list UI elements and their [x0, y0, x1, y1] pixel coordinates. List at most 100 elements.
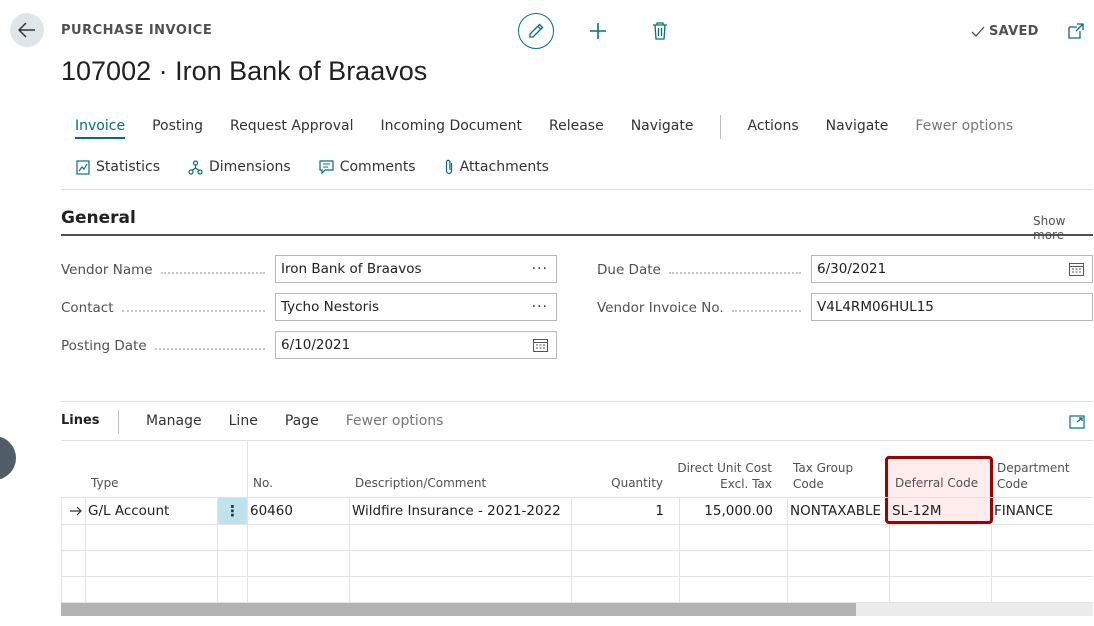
menu-request-approval[interactable]: Request Approval [230, 118, 353, 139]
col-department-code[interactable]: Department Code [997, 460, 1070, 492]
general-section-title[interactable]: General [61, 208, 136, 228]
contact-field[interactable]: Tycho Nestoris ··· [275, 293, 557, 321]
action-menu: Invoice Posting Request Approval Incomin… [75, 115, 1040, 139]
col-deferral-code[interactable]: Deferral Code [895, 475, 978, 491]
cell-description[interactable]: Wildfire Insurance - 2021-2022 [352, 498, 561, 524]
due-date-value: 6/30/2021 [817, 261, 887, 277]
contact-label-text: Contact [61, 300, 114, 316]
grid-line [571, 497, 572, 603]
lines-menu-manage[interactable]: Manage [146, 413, 202, 429]
menu-fewer-options[interactable]: Fewer options [915, 118, 1013, 139]
lines-title[interactable]: Lines [61, 413, 100, 428]
saved-status: SAVED [970, 24, 1039, 39]
delete-button[interactable] [651, 21, 669, 41]
menu-invoice[interactable]: Invoice [75, 118, 126, 139]
comments-action[interactable]: Comments [319, 159, 416, 175]
posting-date-label: Posting Date [61, 336, 275, 356]
table-row[interactable] [61, 524, 1093, 551]
col-department-line1: Department [997, 461, 1070, 475]
col-quantity[interactable]: Quantity [600, 475, 663, 491]
cell-quantity[interactable]: 1 [572, 498, 664, 524]
leader-dots [731, 310, 801, 312]
col-description[interactable]: Description/Comment [355, 475, 486, 491]
arrow-left-icon [18, 22, 35, 38]
attachments-label: Attachments [459, 159, 549, 175]
calendar-icon[interactable] [1069, 262, 1084, 276]
cell-no[interactable]: 60460 [250, 498, 293, 524]
row-actions-menu[interactable]: ⋮ [218, 498, 247, 524]
posting-date-field[interactable]: 6/10/2021 [275, 331, 557, 359]
vendor-name-label: Vendor Name [61, 260, 275, 280]
open-new-window-button[interactable] [1068, 23, 1084, 39]
show-more-link[interactable]: Show more [1033, 214, 1094, 242]
leader-dots [121, 310, 265, 312]
lines-menu-page[interactable]: Page [285, 413, 319, 429]
table-row[interactable] [61, 576, 1093, 603]
table-row[interactable] [61, 550, 1093, 577]
back-button[interactable] [10, 13, 44, 47]
col-direct-unit-cost[interactable]: Direct Unit Cost Excl. Tax [672, 460, 772, 492]
menu-divider [720, 115, 722, 139]
col-tax-group-line1: Tax Group [793, 461, 854, 475]
expand-lines-button[interactable] [1069, 414, 1085, 430]
dimensions-label: Dimensions [209, 159, 291, 175]
menu-actions[interactable]: Actions [747, 118, 798, 139]
grid-line [787, 497, 788, 603]
scrollbar-thumb[interactable] [61, 603, 856, 616]
dimensions-icon [188, 159, 203, 175]
plus-icon [590, 23, 606, 39]
cell-tax-group[interactable]: NONTAXABLE [790, 498, 881, 524]
menu-release[interactable]: Release [549, 118, 604, 139]
lines-menu: Manage Line Page Fewer options [146, 413, 470, 429]
posting-date-value: 6/10/2021 [281, 337, 351, 353]
cell-direct-unit-cost[interactable]: 15,000.00 [680, 498, 773, 524]
statistics-label: Statistics [96, 159, 160, 175]
statistics-action[interactable]: Statistics [76, 159, 160, 175]
cell-type[interactable]: G/L Account [88, 498, 169, 524]
grid-line [349, 497, 350, 603]
divider [61, 189, 1093, 190]
menu-incoming-document[interactable]: Incoming Document [380, 118, 522, 139]
trash-icon [653, 22, 667, 40]
col-no[interactable]: No. [253, 475, 273, 491]
side-panel-toggle[interactable] [0, 436, 16, 480]
col-department-line2: Code [997, 477, 1028, 491]
saved-label: SAVED [989, 24, 1039, 39]
cell-deferral-code[interactable]: SL-12M [892, 498, 942, 524]
lines-menu-line[interactable]: Line [229, 413, 258, 429]
divider [61, 440, 1093, 441]
menu-navigate-2[interactable]: Navigate [826, 118, 889, 139]
pencil-icon [529, 23, 544, 38]
section-underline [61, 234, 1093, 236]
edit-button[interactable] [518, 13, 554, 49]
new-button[interactable] [587, 20, 609, 42]
lookup-ellipsis-icon[interactable]: ··· [532, 299, 548, 315]
expand-icon [1069, 415, 1085, 429]
vendor-name-field[interactable]: Iron Bank of Braavos ··· [275, 255, 557, 283]
menu-navigate[interactable]: Navigate [631, 118, 694, 139]
calendar-icon[interactable] [533, 338, 548, 352]
col-tax-group-code[interactable]: Tax Group Code [793, 460, 853, 492]
vendor-invoice-no-value: V4L4RM06HUL15 [817, 299, 934, 315]
vendor-invoice-no-label: Vendor Invoice No. [597, 298, 811, 318]
due-date-field[interactable]: 6/30/2021 [811, 255, 1093, 283]
contact-value: Tycho Nestoris [281, 299, 379, 315]
attachments-action[interactable]: Attachments [444, 159, 549, 175]
vendor-name-label-text: Vendor Name [61, 262, 153, 278]
leader-dots [160, 272, 265, 274]
table-row[interactable]: G/L Account 60460 Wildfire Insurance - 2… [61, 497, 1093, 525]
contact-label: Contact [61, 298, 275, 318]
popout-icon [1068, 23, 1084, 39]
grid-line [85, 497, 86, 603]
cell-department[interactable]: FINANCE [994, 498, 1053, 524]
due-date-label-text: Due Date [597, 262, 661, 278]
divider [61, 401, 1093, 402]
lines-menu-fewer-options[interactable]: Fewer options [346, 413, 444, 429]
grid-line [889, 524, 890, 603]
menu-posting[interactable]: Posting [152, 118, 203, 139]
col-type[interactable]: Type [91, 475, 119, 491]
lookup-ellipsis-icon[interactable]: ··· [532, 261, 548, 277]
dimensions-action[interactable]: Dimensions [188, 159, 291, 175]
vendor-invoice-no-field[interactable]: V4L4RM06HUL15 [811, 293, 1093, 321]
grid-line [247, 441, 248, 603]
